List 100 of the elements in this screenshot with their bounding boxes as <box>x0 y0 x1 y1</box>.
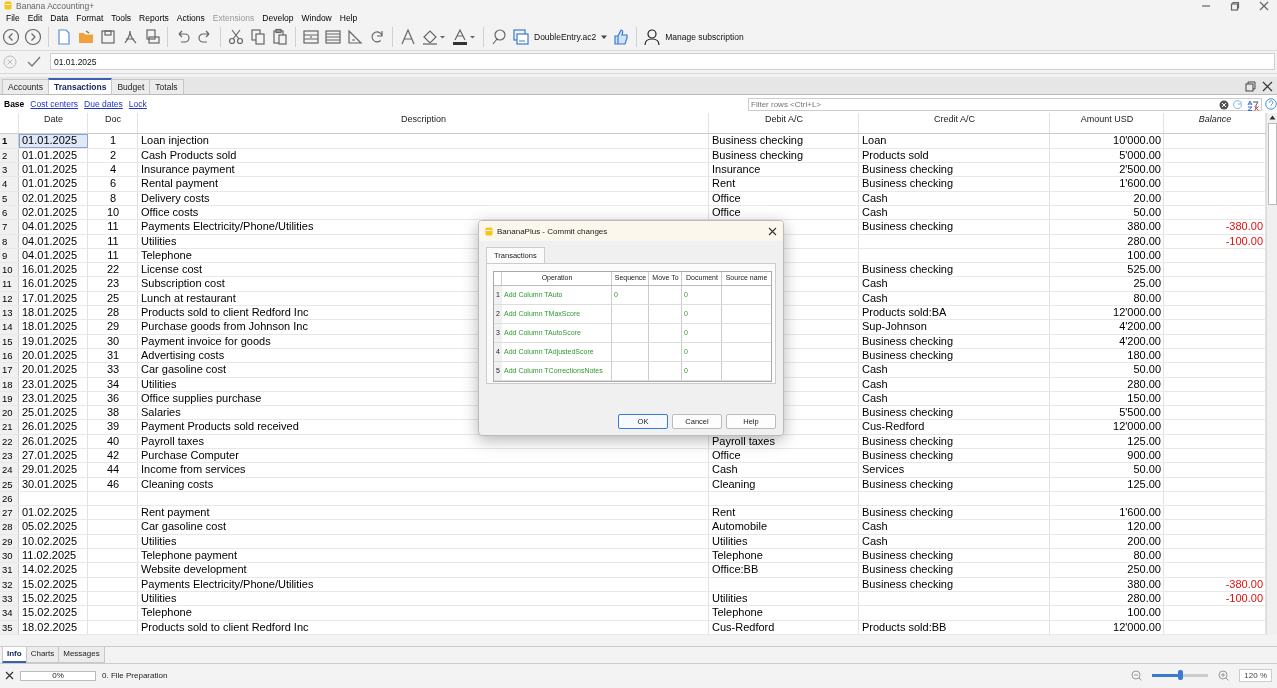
table-cell[interactable]: Cash <box>859 520 1050 534</box>
table-cell[interactable]: 14.02.2025 <box>19 563 88 577</box>
table-cell[interactable]: Telephone payment <box>138 549 709 563</box>
table-cell[interactable]: 01.01.2025 <box>19 177 88 191</box>
menu-item[interactable]: Window <box>297 13 336 24</box>
table-cell[interactable]: 04.01.2025 <box>19 234 88 248</box>
table-cell[interactable]: 36 <box>88 391 138 406</box>
table-cell[interactable]: 280.00 <box>1050 377 1164 391</box>
tab[interactable]: Totals <box>149 78 184 94</box>
table-cell[interactable]: 380.00 <box>1050 577 1164 591</box>
table-cell[interactable]: 100.00 <box>1050 248 1164 263</box>
table-cell[interactable]: Office <box>709 191 859 205</box>
column-header[interactable]: Debit A/C <box>709 113 859 134</box>
table-cell[interactable]: 29 <box>88 320 138 334</box>
table-cell[interactable]: 18.01.2025 <box>19 306 88 320</box>
table-cell[interactable]: 27.01.2025 <box>19 449 88 463</box>
table-cell[interactable]: Products sold:BA <box>859 306 1050 320</box>
table-cell[interactable]: Sup-Johnson <box>859 320 1050 334</box>
table-cell[interactable]: Cash <box>859 191 1050 205</box>
table-cell[interactable]: 04.01.2025 <box>19 220 88 234</box>
table-cell[interactable]: Rental payment <box>138 177 709 191</box>
table-cell[interactable]: 34 <box>88 377 138 391</box>
menu-item[interactable]: Tools <box>107 13 136 24</box>
table-cell[interactable]: -100.00 <box>1164 234 1266 248</box>
table-cell[interactable]: 2 <box>88 148 138 163</box>
table-cell[interactable]: 38 <box>88 406 138 420</box>
table-cell[interactable]: 02.01.2025 <box>19 205 88 220</box>
table-cell[interactable]: Cus-Redford <box>709 620 859 634</box>
table-cell[interactable]: 11 <box>88 234 138 248</box>
table-cell[interactable]: Utilities <box>138 591 709 606</box>
table-cell[interactable]: 50.00 <box>1050 205 1164 220</box>
table-cell[interactable]: Telephone <box>709 606 859 620</box>
table-cell[interactable]: 22 <box>88 263 138 277</box>
menu-item[interactable]: File <box>2 13 24 24</box>
table-cell[interactable]: Products sold <box>859 148 1050 163</box>
view-link[interactable]: Lock <box>125 99 150 109</box>
table-cell[interactable]: Cash <box>859 534 1050 549</box>
table-cell[interactable]: Business checking <box>859 334 1050 348</box>
table-cell[interactable]: Automobile <box>709 520 859 534</box>
table-cell[interactable]: Business checking <box>859 348 1050 363</box>
table-cell[interactable]: Business checking <box>859 577 1050 591</box>
column-header[interactable]: Amount USD <box>1050 113 1164 134</box>
table-cell[interactable]: 50.00 <box>1050 463 1164 477</box>
table-cell[interactable]: 15.02.2025 <box>19 606 88 620</box>
table-cell[interactable]: 5'500.00 <box>1050 406 1164 420</box>
table-cell[interactable]: Utilities <box>138 534 709 549</box>
table-cell[interactable]: 4'200.00 <box>1050 320 1164 334</box>
table-cell[interactable]: 525.00 <box>1050 263 1164 277</box>
table-cell[interactable]: 2'500.00 <box>1050 163 1164 177</box>
table-cell[interactable]: Cash <box>709 463 859 477</box>
table-cell[interactable]: 11 <box>88 220 138 234</box>
table-cell[interactable]: Rent <box>709 177 859 191</box>
table-cell[interactable]: Cleaning <box>709 477 859 491</box>
menu-item[interactable]: Develop <box>258 13 298 24</box>
table-cell[interactable]: 125.00 <box>1050 477 1164 491</box>
table-cell[interactable]: 10'000.00 <box>1050 134 1164 148</box>
table-cell[interactable]: Insurance <box>709 163 859 177</box>
table-cell[interactable]: 01.01.2025 <box>19 134 88 148</box>
view-link[interactable]: Cost centers <box>27 99 82 109</box>
table-cell[interactable]: 280.00 <box>1050 591 1164 606</box>
table-cell[interactable]: Business checking <box>859 563 1050 577</box>
table-cell[interactable]: Payments Electricity/Phone/Utilities <box>138 577 709 591</box>
table-cell[interactable]: 20.01.2025 <box>19 363 88 377</box>
table-cell[interactable]: 44 <box>88 463 138 477</box>
table-cell[interactable]: Cus-Redford <box>859 420 1050 434</box>
table-cell[interactable]: Office:BB <box>709 563 859 577</box>
tab[interactable]: Transactions <box>47 77 113 94</box>
table-cell[interactable]: Business checking <box>859 477 1050 491</box>
table-cell[interactable]: Website development <box>138 563 709 577</box>
table-cell[interactable]: 80.00 <box>1050 549 1164 563</box>
table-cell[interactable]: 200.00 <box>1050 534 1164 549</box>
table-cell[interactable]: Business checking <box>859 406 1050 420</box>
table-cell[interactable]: 100.00 <box>1050 606 1164 620</box>
table-cell[interactable]: 29.01.2025 <box>19 463 88 477</box>
table-cell[interactable]: 1'600.00 <box>1050 177 1164 191</box>
table-cell[interactable]: 23.01.2025 <box>19 377 88 391</box>
table-cell[interactable]: 23.01.2025 <box>19 391 88 406</box>
table-cell[interactable]: 46 <box>88 477 138 491</box>
table-cell[interactable]: 25.00 <box>1050 277 1164 291</box>
table-cell[interactable]: 6 <box>88 177 138 191</box>
table-cell[interactable]: 17.01.2025 <box>19 291 88 306</box>
table-cell[interactable]: 15.02.2025 <box>19 577 88 591</box>
table-cell[interactable]: 12'000.00 <box>1050 620 1164 634</box>
column-header[interactable]: Credit A/C <box>859 113 1050 134</box>
tab[interactable]: Accounts <box>2 78 49 94</box>
menu-item[interactable]: Edit <box>23 13 47 24</box>
table-cell[interactable]: Business checking <box>859 163 1050 177</box>
table-cell[interactable]: 05.02.2025 <box>19 520 88 534</box>
table-cell[interactable]: 33 <box>88 363 138 377</box>
table-cell[interactable]: 11.02.2025 <box>19 549 88 563</box>
table-cell[interactable]: 01.01.2025 <box>19 163 88 177</box>
table-cell[interactable]: 900.00 <box>1050 449 1164 463</box>
table-cell[interactable]: Products sold to client Redford Inc <box>138 620 709 634</box>
table-cell[interactable]: 1'600.00 <box>1050 506 1164 520</box>
file-name[interactable]: DoubleEntry.ac2 <box>534 32 597 43</box>
table-cell[interactable]: 180.00 <box>1050 348 1164 363</box>
table-cell[interactable]: Business checking <box>709 134 859 148</box>
table-cell[interactable]: 50.00 <box>1050 363 1164 377</box>
manage-subscription-button[interactable]: Manage subscription <box>665 32 744 43</box>
table-cell[interactable]: 28 <box>88 306 138 320</box>
